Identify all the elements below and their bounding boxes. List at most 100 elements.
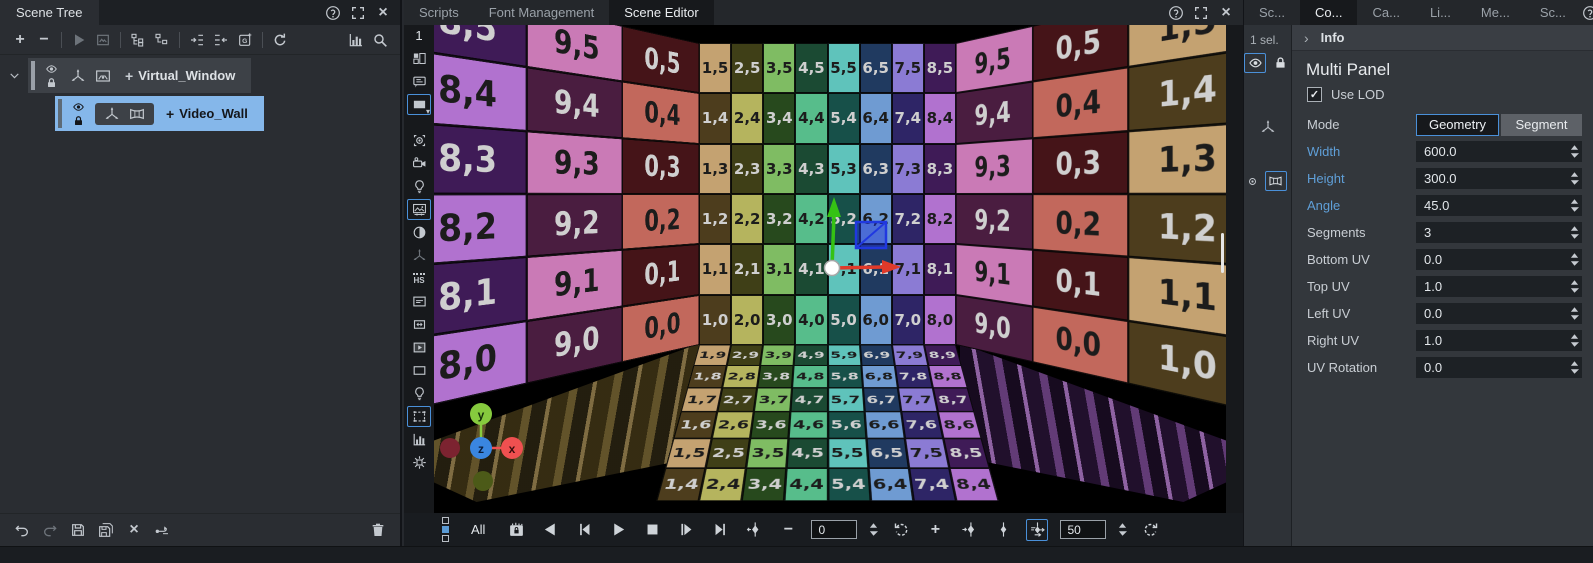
property-value-field[interactable]: 45.0	[1416, 195, 1582, 216]
layout-icon[interactable]	[407, 48, 431, 69]
property-value-field[interactable]: 0.0	[1416, 249, 1582, 270]
spinner-icon[interactable]	[1570, 171, 1582, 186]
keyframe-nav-icon[interactable]	[1026, 519, 1048, 541]
loop-ccw-icon[interactable]	[890, 519, 912, 541]
lock-icon[interactable]	[69, 114, 87, 128]
tree-node[interactable]: +Virtual_Window	[28, 58, 251, 93]
add-child-icon[interactable]: +	[125, 68, 133, 84]
close-icon[interactable]: ×	[374, 4, 392, 22]
range-all-label[interactable]: All	[471, 522, 485, 537]
tab-font-management[interactable]: Font Management	[474, 0, 610, 25]
light-view-icon[interactable]	[407, 176, 431, 197]
drag-grip[interactable]	[58, 99, 62, 128]
annotations-icon[interactable]	[407, 71, 431, 92]
render-window-icon[interactable]: ▾	[407, 94, 431, 115]
axes-icon[interactable]	[1256, 115, 1280, 139]
properties-tab-0[interactable]: Sc...	[1244, 0, 1300, 25]
hs-mode-icon[interactable]: HS	[407, 268, 431, 289]
spinner-icon[interactable]	[1570, 279, 1582, 294]
render-lock-icon[interactable]	[505, 519, 527, 541]
spinner-icon[interactable]	[1118, 522, 1127, 537]
add-icon[interactable]: +	[8, 28, 32, 52]
go-end-icon[interactable]	[709, 519, 731, 541]
close-x-icon[interactable]: ×	[122, 518, 146, 542]
viewport-scrollbar[interactable]	[1221, 233, 1224, 273]
add-child-icon[interactable]: +	[166, 106, 174, 122]
axes-icon[interactable]	[407, 245, 431, 266]
play-icon[interactable]	[607, 519, 629, 541]
mode-geometry-button[interactable]: Geometry	[1416, 114, 1499, 136]
property-value-field[interactable]: 1.0	[1416, 276, 1582, 297]
viewport-3d[interactable]: 1,92,93,94,95,96,97,98,91,82,83,84,85,86…	[434, 25, 1226, 513]
next-keyframe-icon[interactable]	[958, 519, 980, 541]
mode-segment-button[interactable]: Segment	[1501, 114, 1582, 136]
properties-tab-4[interactable]: Me...	[1466, 0, 1525, 25]
search-icon[interactable]	[368, 28, 392, 52]
selection-icon[interactable]	[407, 406, 431, 427]
panorama-icon[interactable]	[1265, 171, 1287, 191]
camera-icon[interactable]	[407, 130, 431, 151]
spinner-icon[interactable]	[1570, 225, 1582, 240]
contrast-icon[interactable]	[407, 222, 431, 243]
axes-icon[interactable]	[102, 105, 122, 123]
remove-icon[interactable]: −	[32, 28, 56, 52]
maximize-icon[interactable]	[1192, 4, 1210, 22]
maximize-icon[interactable]	[349, 4, 367, 22]
loop-cw-icon[interactable]	[1139, 519, 1161, 541]
profiler-icon[interactable]	[344, 28, 368, 52]
use-lod-checkbox[interactable]: ✓	[1307, 87, 1322, 102]
eye-icon[interactable]	[42, 62, 60, 76]
rectangle-icon[interactable]	[407, 360, 431, 381]
keyframe-icon[interactable]	[992, 519, 1014, 541]
reload-icon[interactable]	[268, 28, 292, 52]
spinner-icon[interactable]	[869, 522, 878, 537]
tab-scene-editor[interactable]: Scene Editor	[609, 0, 713, 25]
stop-icon[interactable]	[641, 519, 663, 541]
property-value-field[interactable]: 300.0	[1416, 168, 1582, 189]
outdent-icon[interactable]	[209, 28, 233, 52]
transform-box-icon[interactable]	[407, 314, 431, 335]
postfx-icon[interactable]	[407, 199, 431, 220]
spinner-icon[interactable]	[1570, 306, 1582, 321]
prev-keyframe-icon[interactable]	[743, 519, 765, 541]
play-reverse-icon[interactable]	[539, 519, 561, 541]
speed-field[interactable]: 50	[1060, 520, 1106, 539]
spinner-icon[interactable]	[1570, 198, 1582, 213]
property-value-field[interactable]: 0.0	[1416, 303, 1582, 324]
close-icon[interactable]: ×	[1217, 4, 1235, 22]
lock-icon[interactable]	[42, 76, 60, 90]
properties-tab-2[interactable]: Ca...	[1357, 0, 1414, 25]
go-start-icon[interactable]	[573, 519, 595, 541]
undo-icon[interactable]	[10, 518, 34, 542]
save-all-icon[interactable]	[94, 518, 118, 542]
property-value-field[interactable]: 0.0	[1416, 357, 1582, 378]
video-box-icon[interactable]	[407, 337, 431, 358]
trash-icon[interactable]	[366, 518, 390, 542]
spinner-icon[interactable]	[1570, 144, 1582, 159]
plus-icon[interactable]: +	[924, 519, 946, 541]
drag-grip[interactable]	[31, 61, 35, 90]
expand-chevron-icon[interactable]	[0, 69, 28, 82]
bulb-icon[interactable]	[407, 383, 431, 404]
profiler-icon[interactable]	[407, 429, 431, 450]
spinner-icon[interactable]	[1570, 333, 1582, 348]
frame-field[interactable]: 0	[811, 520, 857, 539]
property-value-field[interactable]: 600.0	[1416, 141, 1582, 162]
indent-icon[interactable]	[185, 28, 209, 52]
minus-icon[interactable]: −	[777, 519, 799, 541]
spinner-icon[interactable]	[1570, 252, 1582, 267]
panorama-icon[interactable]	[127, 105, 147, 123]
eye-icon[interactable]	[69, 100, 87, 114]
add-group-icon[interactable]: G	[233, 28, 257, 52]
help-icon[interactable]	[324, 4, 342, 22]
help-icon[interactable]	[1581, 4, 1593, 22]
tab-scripts[interactable]: Scripts	[404, 0, 474, 25]
play-icon[interactable]	[67, 28, 91, 52]
help-icon[interactable]	[1167, 4, 1185, 22]
expand-all-icon[interactable]	[126, 28, 150, 52]
virtual-window-icon[interactable]	[93, 67, 113, 85]
visibility-eye-icon[interactable]	[1244, 53, 1266, 73]
track-indicator[interactable]	[442, 517, 449, 542]
save-icon[interactable]	[66, 518, 90, 542]
properties-tab-3[interactable]: Li...	[1415, 0, 1466, 25]
